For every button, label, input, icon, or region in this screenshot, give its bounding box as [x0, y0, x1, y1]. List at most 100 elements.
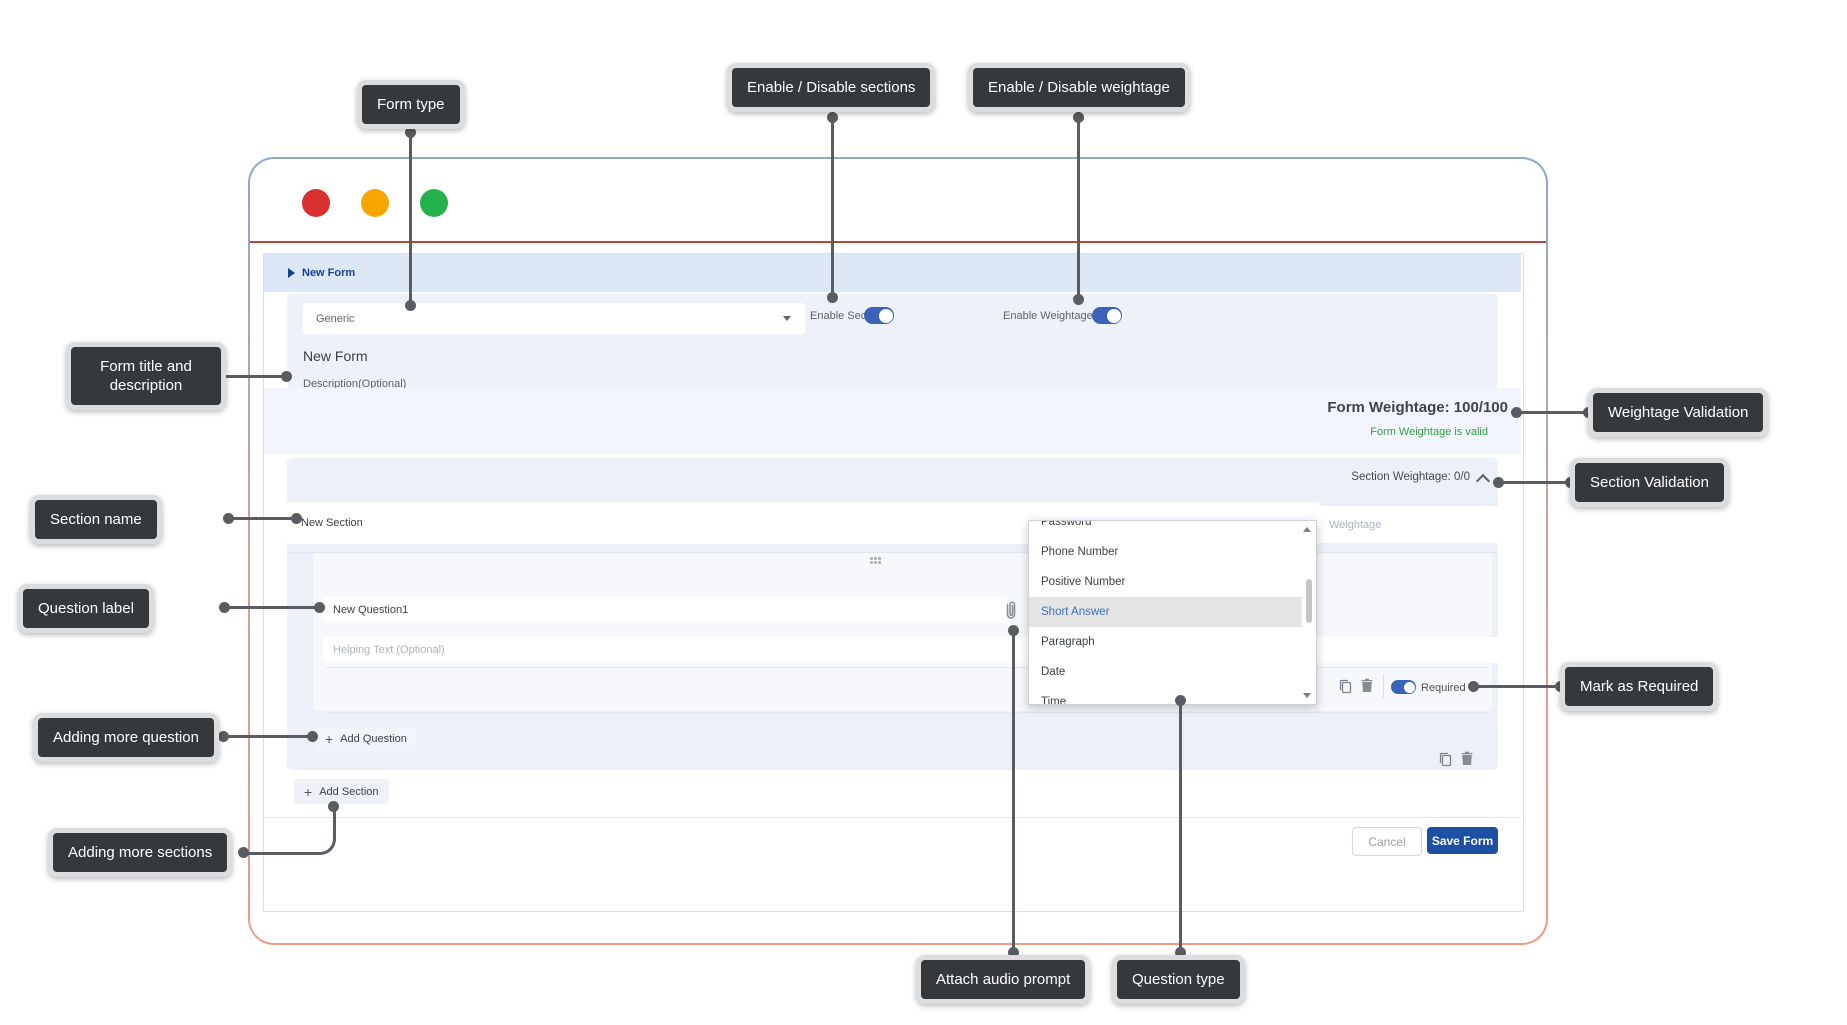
enable-weightage-toggle[interactable] [1092, 307, 1122, 324]
required-toggle[interactable] [1391, 680, 1416, 694]
menu-item-paragraph[interactable]: Paragraph [1029, 627, 1302, 657]
question-label-value: New Question1 [333, 604, 408, 616]
connector-dot [1008, 625, 1019, 636]
form-weightage-summary: Form Weightage: 100/100 [1327, 399, 1508, 416]
helping-text-input[interactable]: Helping Text (Optional) [323, 637, 1499, 663]
callout-section-validation: Section Validation [1570, 458, 1729, 507]
form-type-select[interactable]: Generic [303, 303, 805, 334]
caret-right-icon [288, 268, 295, 278]
connector-line [409, 129, 412, 305]
chevron-down-icon [783, 316, 791, 321]
connector-dot [405, 300, 416, 311]
connector-line [224, 606, 320, 609]
add-section-button[interactable]: + Add Section [294, 779, 389, 804]
header-divider [250, 241, 1546, 243]
question-label-input[interactable]: New Question1 [323, 597, 1007, 623]
menu-item-time[interactable]: Time [1029, 687, 1302, 705]
add-question-button[interactable]: + Add Question [315, 727, 417, 751]
scroll-up-icon[interactable] [1303, 527, 1311, 532]
section-name-value: New Section [301, 517, 363, 529]
callout-form-type: Form type [357, 80, 465, 129]
section-weightage-placeholder: Weightage [1329, 519, 1381, 531]
annotated-screenshot: New Form Generic Enable Sections Enable … [0, 0, 1847, 1025]
form-weightage-status: Form Weightage is valid [1370, 426, 1488, 438]
trash-icon [1361, 678, 1373, 693]
connector-dot [1493, 477, 1504, 488]
connector-dot [238, 847, 249, 858]
save-form-button[interactable]: Save Form [1427, 827, 1498, 854]
connector-dot [827, 112, 838, 123]
section-weightage-input[interactable]: Weightage [1316, 506, 1510, 543]
callout-question-type: Question type [1112, 955, 1245, 1004]
connector-dot [219, 602, 230, 613]
attach-audio-button[interactable] [1003, 599, 1019, 621]
plus-icon: + [325, 732, 333, 746]
connector-dot [314, 602, 325, 613]
plus-icon: + [304, 785, 312, 799]
question-type-menu: Password Phone Number Positive Number Sh… [1028, 520, 1317, 705]
connector-line [1179, 700, 1182, 955]
connector-line [223, 735, 313, 738]
callout-weightage-validation: Weightage Validation [1588, 388, 1768, 437]
callout-section-name: Section name [30, 495, 162, 544]
paperclip-icon [1003, 599, 1019, 621]
traffic-light-maximize-icon[interactable] [420, 189, 448, 217]
traffic-light-minimize-icon[interactable] [361, 189, 389, 217]
connector-dot [223, 513, 234, 524]
menu-item-phone-number[interactable]: Phone Number [1029, 537, 1302, 567]
trash-icon [1461, 751, 1473, 766]
add-question-label: Add Question [340, 733, 407, 745]
scroll-down-icon[interactable] [1303, 693, 1311, 698]
connector-line [1012, 630, 1015, 955]
connector-dot [328, 801, 339, 812]
callout-enable-disable-weightage: Enable / Disable weightage [968, 63, 1190, 112]
connector-dot [1511, 407, 1522, 418]
connector-dot [218, 731, 229, 742]
breadcrumb-label: New Form [302, 267, 355, 279]
callout-enable-disable-sections: Enable / Disable sections [727, 63, 935, 112]
question-bottom-divider [326, 712, 1488, 713]
action-divider [1383, 674, 1384, 698]
connector-dot [827, 292, 838, 303]
breadcrumb[interactable]: New Form [264, 254, 1521, 292]
duplicate-section-button[interactable] [1438, 751, 1452, 767]
callout-form-title-and-description: Form title and description [66, 342, 226, 410]
connector-dot [307, 731, 318, 742]
callout-attach-audio-prompt: Attach audio prompt [916, 955, 1090, 1004]
callout-adding-more-sections: Adding more sections [48, 828, 232, 877]
cancel-button[interactable]: Cancel [1352, 827, 1422, 856]
menu-item-password[interactable]: Password [1029, 520, 1302, 537]
callout-adding-more-question: Adding more question [33, 713, 219, 762]
connector-line [1516, 411, 1590, 414]
connector-elbow [243, 808, 336, 855]
enable-weightage-label: Enable Weightage [1003, 310, 1093, 322]
connector-line [831, 112, 834, 298]
connector-dot [1175, 695, 1186, 706]
add-section-label: Add Section [319, 786, 378, 798]
delete-section-button[interactable] [1461, 751, 1473, 766]
form-type-value: Generic [316, 313, 355, 325]
connector-dot [1073, 294, 1084, 305]
form-title-input[interactable]: New Form [303, 348, 368, 364]
connector-dot [1073, 112, 1084, 123]
connector-line [228, 517, 298, 520]
form-weightage-strip [264, 388, 1521, 454]
section-weightage-summary: Section Weightage: 0/0 [1351, 471, 1470, 483]
scrollbar-thumb[interactable] [1306, 579, 1312, 623]
copy-icon [1438, 751, 1452, 767]
delete-question-button[interactable] [1361, 678, 1373, 693]
copy-icon [1338, 678, 1352, 694]
duplicate-question-button[interactable] [1338, 678, 1352, 694]
connector-line [1498, 481, 1572, 484]
enable-sections-toggle[interactable] [864, 307, 894, 324]
traffic-light-close-icon[interactable] [302, 189, 330, 217]
menu-item-short-answer[interactable]: Short Answer [1029, 597, 1302, 627]
connector-dot [281, 371, 292, 382]
menu-item-date[interactable]: Date [1029, 657, 1302, 687]
connector-line [1473, 685, 1561, 688]
callout-mark-as-required: Mark as Required [1560, 662, 1718, 711]
drag-handle-icon[interactable] [870, 557, 882, 565]
footer-divider [264, 817, 1521, 818]
menu-item-positive-number[interactable]: Positive Number [1029, 567, 1302, 597]
required-label: Required [1421, 682, 1466, 694]
